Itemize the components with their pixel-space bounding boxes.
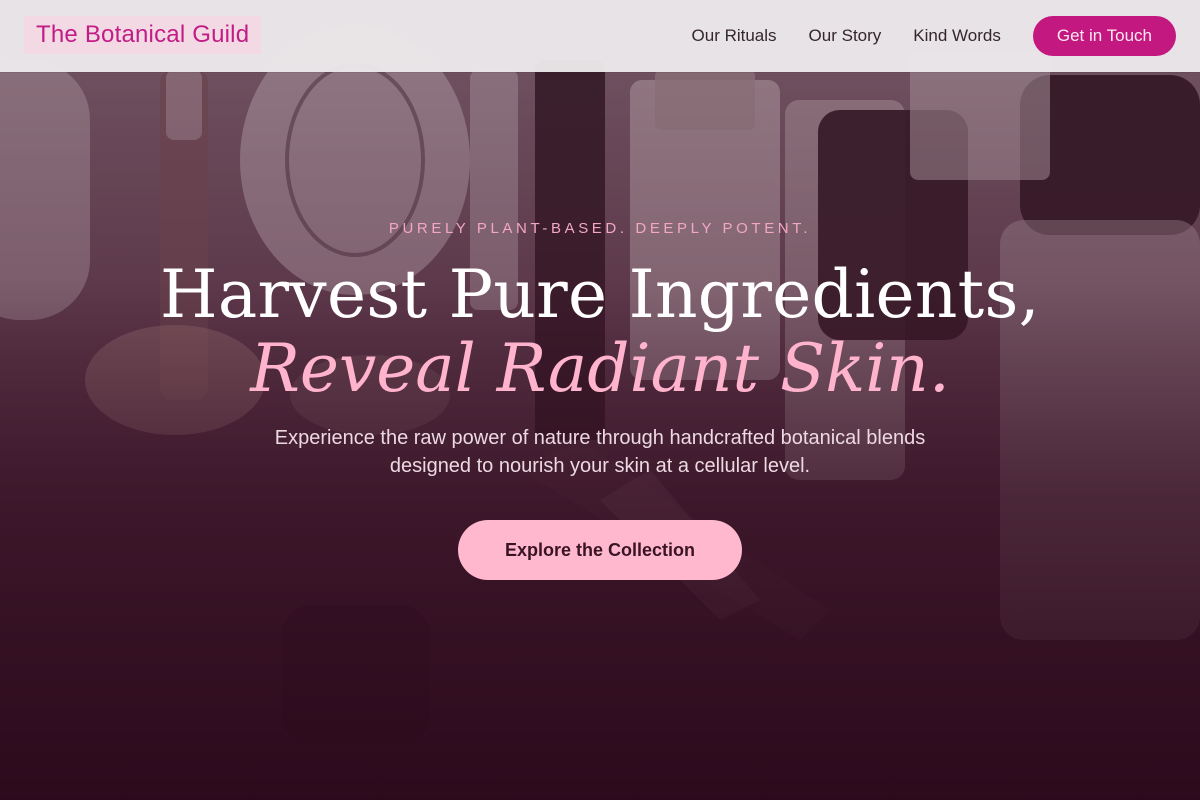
nav-link-our-story[interactable]: Our Story: [809, 26, 882, 46]
nav-link-our-rituals[interactable]: Our Rituals: [692, 26, 777, 46]
hero-eyebrow: PURELY PLANT-BASED. DEEPLY POTENT.: [388, 220, 812, 237]
site-header: The Botanical Guild Our Rituals Our Stor…: [0, 0, 1200, 72]
hero-headline-line2: Reveal Radiant Skin.: [250, 330, 950, 407]
hero-subtext: Experience the raw power of nature throu…: [274, 427, 926, 477]
main-nav: Our Rituals Our Story Kind Words Get in …: [692, 16, 1176, 56]
explore-collection-button[interactable]: Explore the Collection: [458, 520, 742, 580]
nav-link-kind-words[interactable]: Kind Words: [913, 26, 1001, 46]
landing-page: The Botanical Guild Our Rituals Our Stor…: [0, 0, 1200, 800]
brand-logo[interactable]: The Botanical Guild: [24, 16, 262, 54]
get-in-touch-button[interactable]: Get in Touch: [1032, 16, 1176, 56]
